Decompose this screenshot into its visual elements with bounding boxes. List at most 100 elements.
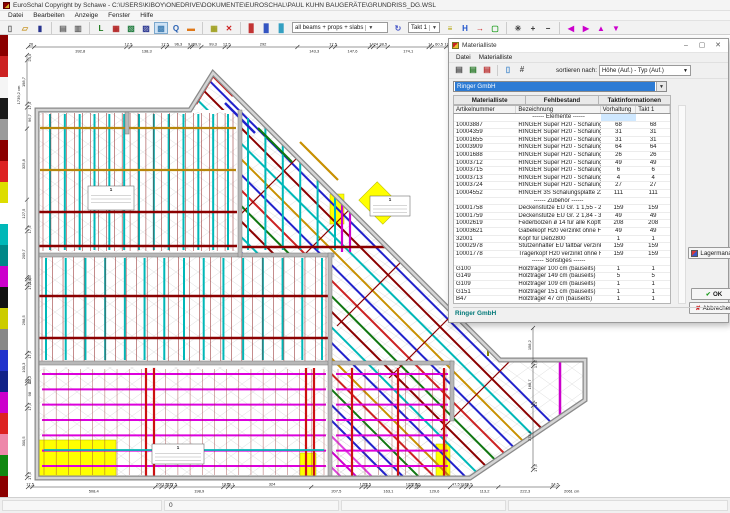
palette-color[interactable]	[0, 434, 8, 455]
chart-red-icon[interactable]: ▊	[245, 22, 259, 34]
takt-combo[interactable]: Takt 1▼	[408, 22, 440, 33]
table-row[interactable]: 10003887RINGER Super H20 - Schalungs trä…	[454, 122, 670, 130]
display-filter-combo[interactable]: all beams + props + slabs▼	[292, 22, 388, 33]
table-row[interactable]: 10001758Deckenstütze EU Gr. 1 1,55 - 2,5…	[454, 205, 670, 213]
minimize-icon[interactable]: –	[678, 39, 694, 53]
chart-blue-icon[interactable]: ▊	[260, 22, 274, 34]
sort-combo[interactable]: Höhe (Auf.) - Typ (Auf.)▼	[599, 65, 691, 76]
refresh-icon[interactable]: ↻	[391, 22, 405, 34]
table-row[interactable]: 10003909RINGER Super H20 - Schalungs trä…	[454, 144, 670, 152]
beam-tool-icon[interactable]: ▨	[139, 22, 153, 34]
table-row[interactable]: 10003724RINGER Super H20 - Schalungs trä…	[454, 182, 670, 190]
pan-left-icon[interactable]: ◀	[564, 22, 578, 34]
palette-color[interactable]	[0, 182, 8, 203]
menu-datei[interactable]: Datei	[3, 12, 28, 19]
table-row[interactable]: 10003713RINGER Super H20 - Schalungs trä…	[454, 175, 670, 183]
table-row[interactable]: 32001Kopf für Deb280011	[454, 236, 670, 244]
palette-color[interactable]	[0, 329, 8, 350]
palette-color[interactable]	[0, 35, 8, 56]
palette-color[interactable]	[0, 308, 8, 329]
palette-color[interactable]	[0, 161, 8, 182]
table-row[interactable]: ------ Sonstiges ------	[454, 258, 670, 266]
tab-fehlbestand[interactable]: Fehlbestand	[525, 95, 597, 105]
palette-color[interactable]	[0, 245, 8, 266]
open-folder-icon[interactable]: ▱	[18, 22, 32, 34]
material-table-icon[interactable]: ▦	[207, 22, 221, 34]
color-palette-strip[interactable]	[0, 35, 8, 497]
center-view-icon[interactable]: ✳	[511, 22, 525, 34]
print-icon[interactable]: ▤	[56, 22, 70, 34]
pan-up-icon[interactable]: ▲	[594, 22, 608, 34]
pointer-icon[interactable]: →	[473, 22, 487, 34]
table-row[interactable]: 10002619Federbolzen ø 14 für alle Kopfte…	[454, 220, 670, 228]
slab-tool-icon[interactable]: ▧	[124, 22, 138, 34]
palette-color[interactable]	[0, 77, 8, 98]
table-row[interactable]: B47Holzträger 47 cm (bauseits)11	[454, 296, 670, 304]
grid-view-icon[interactable]: ▩	[154, 22, 168, 34]
dialog-menu-datei[interactable]: Datei	[452, 54, 475, 61]
chevron-down-icon[interactable]: ▼	[656, 82, 666, 91]
palette-color[interactable]	[0, 371, 8, 392]
palette-color[interactable]	[0, 98, 8, 119]
zoom-tool-icon[interactable]: Q	[169, 22, 183, 34]
palette-color[interactable]	[0, 119, 8, 140]
table-scrollbar[interactable]	[678, 105, 686, 304]
save-icon[interactable]: ▮	[33, 22, 47, 34]
menu-anzeige[interactable]: Anzeige	[70, 12, 104, 19]
palette-color[interactable]	[0, 476, 8, 497]
new-file-icon[interactable]: ▯	[3, 22, 17, 34]
table-row[interactable]: 10004359RINGER Super H20 - Schalungs trä…	[454, 129, 670, 137]
print-list-icon[interactable]: ▤	[467, 65, 479, 76]
table-row[interactable]: G149Holzträger 149 cm (bauseits)55	[454, 273, 670, 281]
height-icon[interactable]: H	[458, 22, 472, 34]
palette-color[interactable]	[0, 455, 8, 476]
document-icon[interactable]: ▯	[502, 65, 514, 76]
table-row[interactable]: 10003712RINGER Super H20 - Schalungs trä…	[454, 160, 670, 168]
menu-bearbeiten[interactable]: Bearbeiten	[28, 12, 69, 19]
table-row[interactable]: 10002978Stützenhalter EU faltbar verzink…	[454, 243, 670, 251]
palette-color[interactable]	[0, 203, 8, 224]
tab-taktinformationen[interactable]: Taktinformationen	[598, 95, 671, 105]
palette-color[interactable]	[0, 224, 8, 245]
ok-button[interactable]: ✔ OK	[691, 288, 730, 300]
palette-color[interactable]	[0, 392, 8, 413]
table-row[interactable]: 10001655RINGER Super H20 - Schalungs trä…	[454, 137, 670, 145]
remove-tool-icon[interactable]: ▬	[184, 22, 198, 34]
company-combo[interactable]: Ringer GmbH ▼	[453, 81, 667, 92]
table-row[interactable]: 10001778Trägerkopf H20 verzinkt ohne Fed…	[454, 251, 670, 259]
palette-color[interactable]	[0, 56, 8, 77]
table-row[interactable]: 10001688RINGER Super H20 - Schalungs trä…	[454, 152, 670, 160]
palette-color[interactable]	[0, 350, 8, 371]
table-row[interactable]: 10004552RINGER 3S Schalungsplatte 22mm 2…	[454, 190, 670, 198]
pan-down-icon[interactable]: ▼	[609, 22, 623, 34]
zoom-in-icon[interactable]: +	[526, 22, 540, 34]
palette-color[interactable]	[0, 140, 8, 161]
maximize-icon[interactable]: ▢	[694, 39, 710, 53]
dialog-menu-materialliste[interactable]: Materialliste	[475, 54, 517, 61]
tab-materialliste[interactable]: Materialliste	[453, 95, 525, 105]
close-icon[interactable]: ✕	[710, 39, 726, 53]
table-row[interactable]: ------ Elemente ------	[454, 114, 670, 122]
formwork-tool-icon[interactable]: ▦	[109, 22, 123, 34]
print-icon[interactable]: ▤	[453, 65, 465, 76]
table-row[interactable]: 10003621Gabelkopf H20 verzinkt ohne Fede…	[454, 228, 670, 236]
chart-cyan-icon[interactable]: ▊	[275, 22, 289, 34]
table-row[interactable]: G151Holzträger 151 cm (bauseits)11	[454, 289, 670, 297]
frame-icon[interactable]: ▢	[488, 22, 502, 34]
wall-tool-icon[interactable]: L	[94, 22, 108, 34]
palette-color[interactable]	[0, 266, 8, 287]
menu-fenster[interactable]: Fenster	[103, 12, 135, 19]
pan-right-icon[interactable]: ▶	[579, 22, 593, 34]
palette-color[interactable]	[0, 413, 8, 434]
lagermanager-button[interactable]: Lagermanager	[688, 247, 730, 259]
palette-color[interactable]	[0, 287, 8, 308]
list-icon[interactable]: ≡	[443, 22, 457, 34]
print-preview-icon[interactable]: ▥	[71, 22, 85, 34]
print-export-icon[interactable]: ▤	[481, 65, 493, 76]
menu-hilfe[interactable]: Hilfe	[135, 12, 158, 19]
table-row[interactable]: G109Holzträger 109 cm (bauseits)11	[454, 281, 670, 289]
table-row[interactable]: ------ Zubehör ------	[454, 198, 670, 206]
table-row[interactable]: 10003715RINGER Super H20 - Schalungs trä…	[454, 167, 670, 175]
delete-table-icon[interactable]: ✕	[222, 22, 236, 34]
options-icon[interactable]: #	[516, 65, 528, 76]
